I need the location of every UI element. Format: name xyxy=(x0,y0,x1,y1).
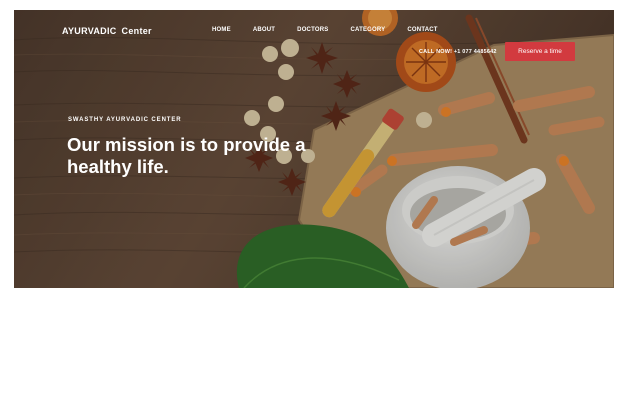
brand-suffix: Center xyxy=(121,26,152,36)
brand-logo[interactable]: AYURVADIC Center xyxy=(62,26,152,36)
nav-item-about[interactable]: ABOUT xyxy=(253,27,275,33)
nav-menu: HOME ABOUT DOCTORS CATEGORY CONTACT xyxy=(212,27,460,33)
nav-item-doctors[interactable]: DOCTORS xyxy=(297,27,328,33)
hero-kicker: SWASTHY AYURVADIC CENTER xyxy=(68,117,182,123)
nav-item-home[interactable]: HOME xyxy=(212,27,231,33)
nav-item-contact[interactable]: CONTACT xyxy=(407,27,437,33)
reserve-time-button[interactable]: Reserve a time xyxy=(505,42,575,61)
hero-headline: Our mission is to provide a healthy life… xyxy=(67,134,306,177)
nav-item-category[interactable]: CATEGORY xyxy=(350,27,385,33)
call-now-phone[interactable]: CALL NOW! +1 077 4485642 xyxy=(419,49,497,55)
hero-section: AYURVADIC Center HOME ABOUT DOCTORS CATEG… xyxy=(14,10,614,288)
brand-name: AYURVADIC xyxy=(62,26,117,36)
